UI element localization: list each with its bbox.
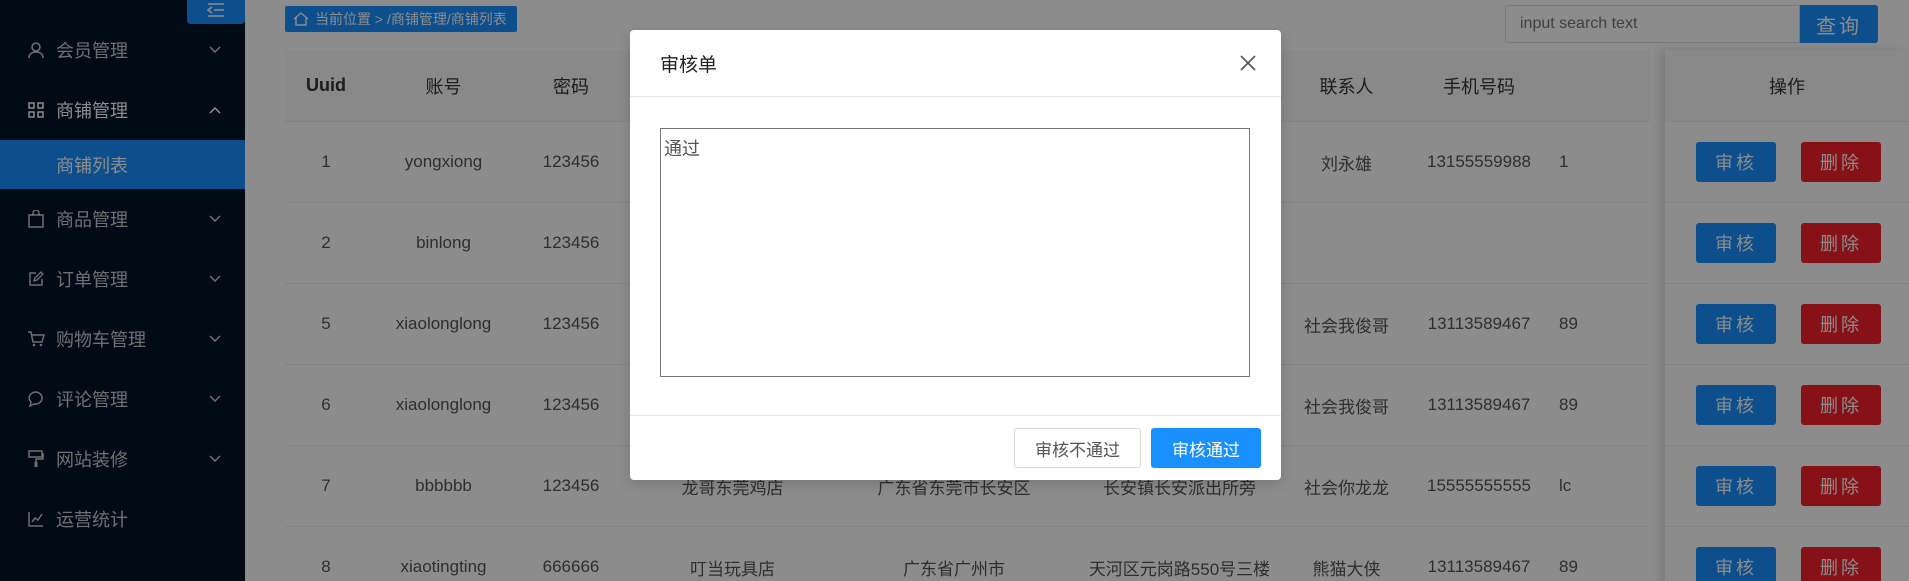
audit-pass-button[interactable]: 审核通过 (1151, 428, 1261, 468)
modal-body: 通过 (630, 97, 1281, 415)
modal-title: 审核单 (660, 54, 718, 76)
modal-header: 审核单 (630, 30, 1281, 97)
audit-comment-textarea[interactable]: 通过 (660, 128, 1250, 377)
audit-reject-button[interactable]: 审核不通过 (1014, 428, 1141, 468)
audit-modal: 审核单 通过 审核不通过 审核通过 (630, 30, 1281, 480)
close-icon[interactable] (1237, 52, 1259, 74)
modal-footer: 审核不通过 审核通过 (630, 415, 1281, 480)
